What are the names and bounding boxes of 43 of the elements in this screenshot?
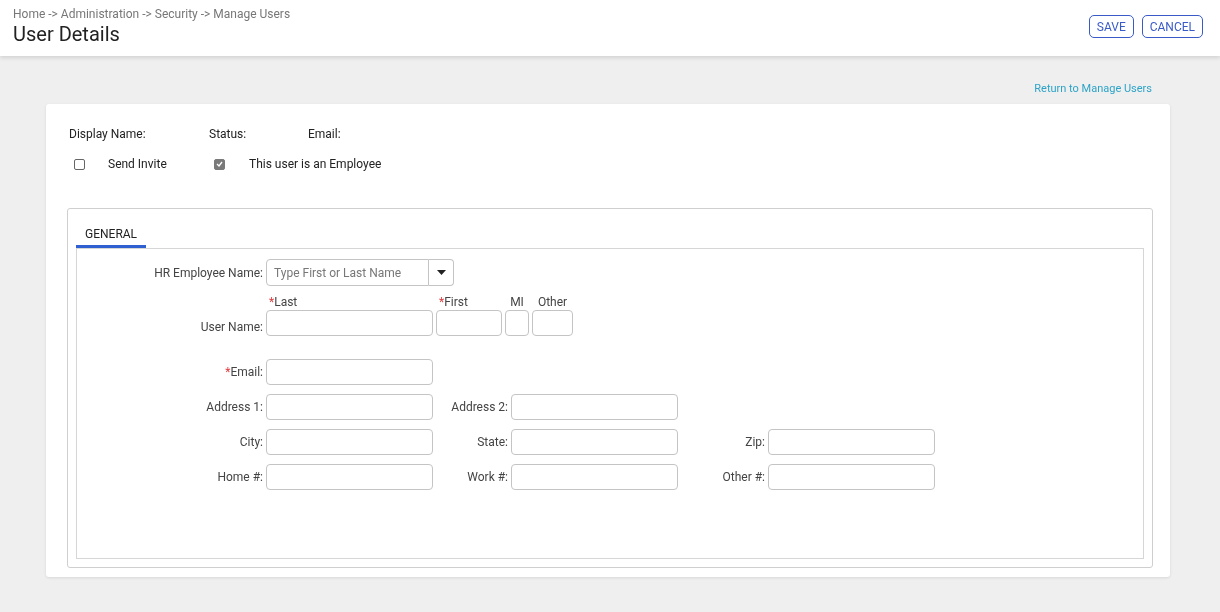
tab[interactable]: GENERAL	[76, 222, 147, 248]
text-field[interactable]	[266, 394, 433, 420]
caret-icon	[436, 270, 446, 275]
column-heading: *Last	[268, 294, 298, 310]
field-label: Address 2:	[451, 400, 508, 414]
field-label: Home #:	[217, 470, 263, 484]
field-label: City:	[239, 435, 263, 449]
check-icon	[216, 161, 223, 167]
field-label: Address 1:	[206, 400, 263, 414]
dropdown-button[interactable]	[429, 259, 454, 286]
text-field[interactable]	[511, 429, 678, 455]
field-label: HR Employee Name:	[154, 265, 263, 280]
text-field[interactable]	[511, 464, 678, 490]
text-field[interactable]	[266, 359, 433, 385]
employee-search-field[interactable]: Type First or Last Name	[266, 259, 429, 286]
checkbox[interactable]	[74, 158, 85, 170]
checkbox-label: This user is an Employee	[249, 156, 382, 173]
field-label: State:	[477, 435, 508, 449]
text-field[interactable]	[266, 464, 433, 490]
summary-label: Email:	[308, 126, 341, 141]
text-field[interactable]	[266, 310, 433, 336]
column-heading: *First	[438, 294, 468, 310]
field-label: *Email:	[225, 365, 263, 379]
field-label: Zip:	[745, 435, 765, 449]
summary-label: Display Name:	[69, 126, 147, 141]
checkbox-label: Send Invite	[108, 156, 167, 173]
text-field[interactable]	[768, 464, 935, 490]
field-label: Work #:	[467, 470, 508, 484]
text-field[interactable]	[436, 310, 502, 336]
text-field[interactable]	[505, 310, 529, 336]
field-label: Other #:	[722, 470, 765, 484]
text-field[interactable]	[768, 429, 935, 455]
field-label: User Name:	[200, 320, 263, 334]
save-button[interactable]: SAVE	[1088, 15, 1134, 38]
page-title: User Details	[13, 22, 121, 46]
text-field[interactable]	[266, 429, 433, 455]
text-field[interactable]	[532, 310, 573, 336]
text-field[interactable]	[511, 394, 678, 420]
column-heading: Other	[537, 294, 568, 310]
breadcrumb: Home -> Administration -> Security -> Manage Users	[13, 7, 291, 22]
cancel-button[interactable]: CANCEL	[1141, 15, 1203, 38]
column-heading: MI	[510, 294, 524, 310]
summary-label: Status:	[209, 126, 248, 141]
